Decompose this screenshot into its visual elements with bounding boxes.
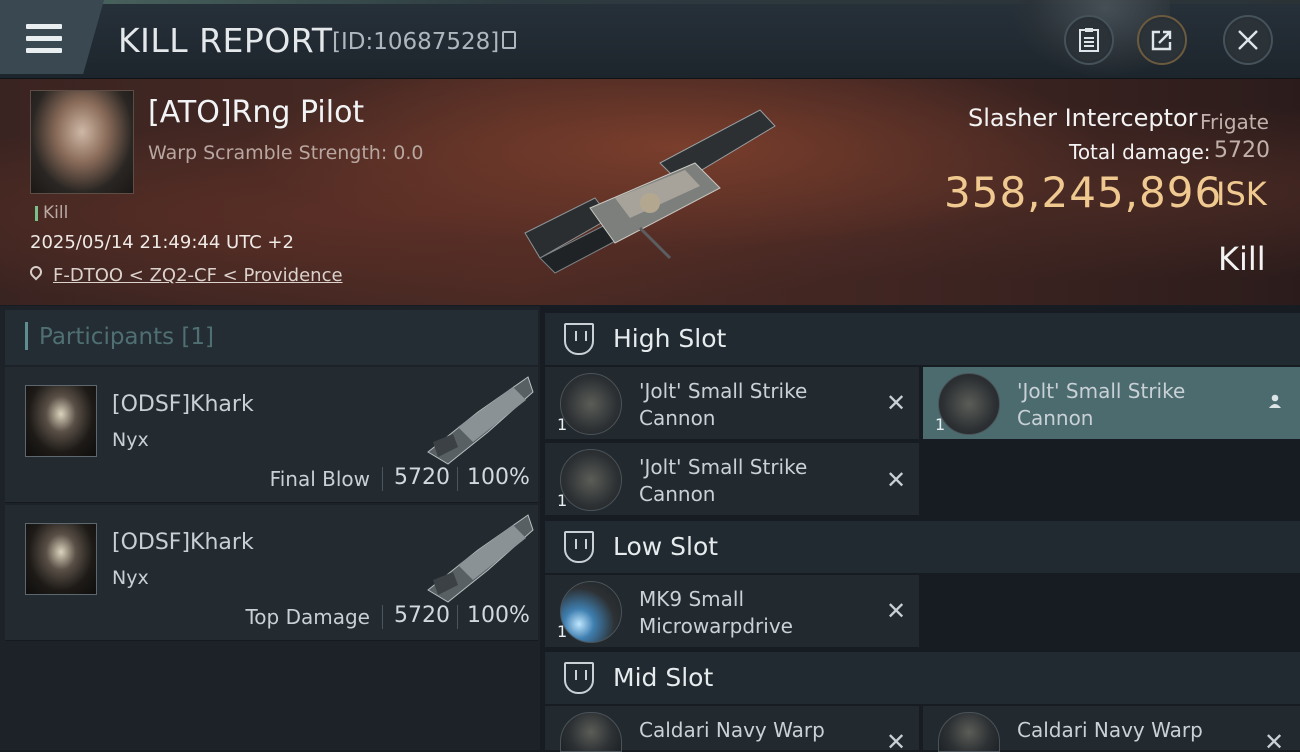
mid-slot-icon [564,662,594,694]
item-name: 'Jolt' Small Strike Cannon [639,379,808,430]
participants-header-accent [25,322,28,350]
participant-percent: 100% [467,603,530,628]
kill-tag: Kill [33,203,68,223]
isk-value: 358,245,896 [944,168,1223,217]
participant-avatar[interactable] [25,385,97,457]
share-button[interactable] [1137,15,1187,65]
item-name: 'Jolt' Small Strike Cannon [1017,379,1186,430]
participant-ship-image [427,514,534,603]
participant-role: Top Damage [245,605,370,629]
participant-ship-image [427,376,534,465]
menu-icon[interactable] [26,24,62,54]
separator [382,467,383,491]
separator [457,467,458,491]
participant-damage: 5720 [394,465,450,490]
participant-role: Final Blow [269,467,370,491]
victim-portrait[interactable] [30,90,134,194]
location-link[interactable]: F-DTOO < ZQ2-CF < Providence [53,265,343,286]
isk-unit: ISK [1216,175,1267,213]
low-slot-title: Low Slot [613,532,719,561]
destroyed-x-icon: ✕ [886,466,907,494]
participant-damage: 5720 [394,603,450,628]
victim-name[interactable]: [ATO]Rng Pilot [148,95,364,130]
participant-ship: Nyx [112,429,149,451]
separator [457,605,458,629]
victim-ship-class: Frigate [1200,110,1269,134]
item-name: MK9 Small Microwarpdrive [639,587,793,638]
close-icon [1238,30,1258,50]
mid-slot-title: Mid Slot [613,663,714,692]
victim-ship-name[interactable]: Slasher Interceptor [968,104,1198,132]
page-title: KILL REPORT [118,21,333,60]
participants-title: Participants [1] [39,324,214,350]
victim-ship-image[interactable] [520,108,780,278]
item-name: Caldari Navy Warp [1017,718,1203,742]
item-name: Caldari Navy Warp [639,718,825,742]
destroyed-x-icon: ✕ [886,597,907,625]
low-slot-icon [564,531,594,563]
microwarpdrive-icon [560,581,622,643]
close-button[interactable] [1223,15,1273,65]
item-quantity: 1 [557,622,568,641]
total-damage-value: 5720 [1214,138,1270,163]
copy-icon[interactable] [502,31,516,49]
kill-datetime: 2025/05/14 21:49:44 UTC +2 [30,232,294,253]
participant-name[interactable]: [ODSF]Khark [112,530,254,555]
cannon-icon [938,373,1000,435]
warp-scramble-strength: Warp Scramble Strength: 0.0 [148,142,424,164]
participant-avatar[interactable] [25,523,97,595]
high-slot-title: High Slot [613,324,727,353]
kill-tag-label: Kill [43,203,69,223]
high-slot-icon [564,323,594,355]
cannon-icon [560,373,622,435]
item-quantity: 1 [557,491,568,510]
participant-ship: Nyx [112,567,149,589]
report-id: [ID:10687528] [332,29,500,55]
participant-name[interactable]: [ODSF]Khark [112,392,254,417]
item-name: 'Jolt' Small Strike Cannon [639,455,808,506]
dropped-user-icon [1269,394,1281,408]
item-quantity: 1 [557,415,568,434]
destroyed-x-icon: ✕ [886,389,907,417]
destroyed-x-icon: ✕ [1264,728,1285,750]
clipboard-icon [1079,28,1099,52]
separator [382,605,383,629]
share-icon [1151,30,1172,51]
destroyed-x-icon: ✕ [886,728,907,750]
participant-percent: 100% [467,465,530,490]
total-damage-label: Total damage: [1069,140,1211,164]
cannon-icon [560,449,622,511]
item-quantity: 1 [935,415,946,434]
kill-result: Kill [1218,240,1266,278]
clipboard-button[interactable] [1064,15,1114,65]
